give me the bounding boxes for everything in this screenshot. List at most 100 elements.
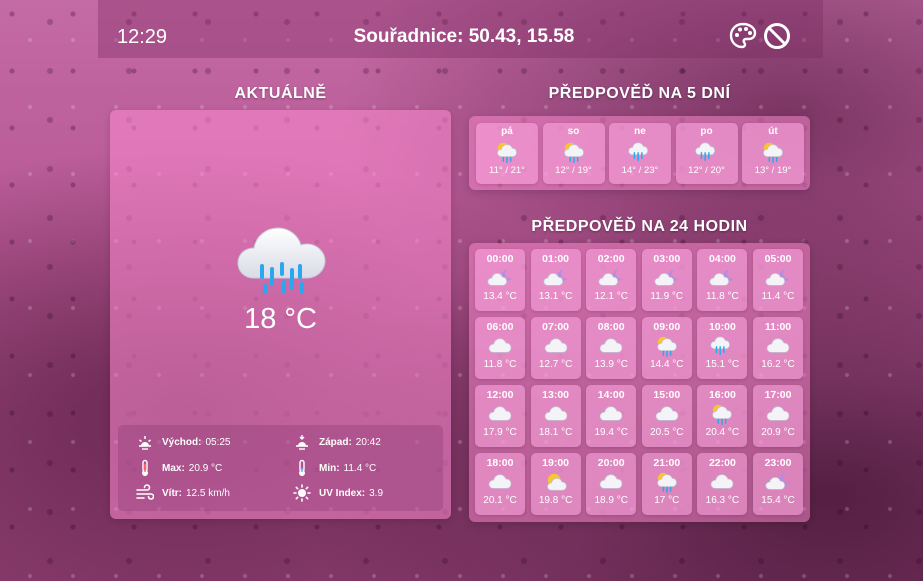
sunset-icon	[296, 435, 308, 450]
hour-card: 16:00 20.4 °C	[697, 385, 748, 447]
rain-cloud-icon	[694, 142, 715, 162]
forecast5-title: PŘEDPOVĚĎ NA 5 DNÍ	[548, 85, 731, 102]
sun-rain-icon	[712, 404, 733, 425]
hour-card: 08:00 13.9 °C	[586, 317, 637, 379]
coordinates-label: Souřadnice: 50.43, 15.58	[353, 26, 575, 47]
hour-temp: 20.5 °C	[650, 427, 684, 438]
wind-label: Vítr:	[162, 487, 182, 499]
sun-rain-icon	[497, 142, 517, 163]
day-range: 12° / 19°	[555, 165, 592, 176]
day-name: ne	[634, 126, 646, 137]
moon-cloud-icon	[487, 269, 512, 286]
hour-time: 20:00	[597, 457, 625, 469]
hour-time: 15:00	[653, 389, 681, 401]
hour-time: 09:00	[653, 321, 681, 333]
disable-icon[interactable]	[762, 21, 792, 51]
min-row: Min: 11.4 °C	[293, 459, 376, 477]
hour-time: 17:00	[764, 389, 792, 401]
cloud-icon	[599, 474, 623, 489]
moon-cloud-icon	[654, 269, 679, 286]
hour-temp: 20.9 °C	[761, 427, 795, 438]
hour-card: 23:00 15.4 °C	[753, 453, 803, 515]
hour-card: 19:00 19.8 °C	[530, 453, 581, 515]
hour-temp: 11.8 °C	[483, 359, 517, 370]
day-card: po 12° / 20°	[675, 123, 738, 184]
hour-card: 15:00 20.5 °C	[641, 385, 692, 447]
hour-card: 04:00 11.8 °C	[697, 249, 748, 311]
wind-icon	[136, 484, 154, 500]
min-label: Min:	[319, 462, 340, 474]
hour-temp: 13.1 °C	[538, 291, 573, 302]
hour-card: 22:00 16.3 °C	[697, 453, 748, 515]
hour-temp: 16.3 °C	[705, 495, 740, 506]
max-row: Max: 20.9 °C	[136, 459, 222, 477]
max-value: 20.9 °C	[188, 462, 223, 474]
hour-card: 10:00 15.1 °C	[697, 317, 748, 379]
hour-card: 03:00 11.9 °C	[641, 249, 692, 311]
cloud-icon	[544, 406, 567, 421]
hour-time: 12:00	[486, 389, 514, 401]
palette-icon[interactable]	[728, 21, 758, 51]
sunset-label: Západ:	[319, 436, 352, 448]
hour-temp: 19.4 °C	[594, 427, 628, 438]
hour-temp: 18.9 °C	[594, 495, 628, 506]
hour-temp: 14.4 °C	[650, 359, 684, 370]
day-name: pá	[501, 126, 513, 137]
hour-temp: 17 °C	[654, 495, 680, 506]
moon-cloud-icon	[765, 269, 790, 286]
hour-time: 10:00	[708, 321, 736, 333]
sunrise-label: Východ:	[162, 436, 202, 448]
sun-rain-icon	[563, 142, 584, 163]
thermometer-hot-icon	[142, 459, 148, 476]
hour-card: 00:00 13.4 °C	[475, 249, 525, 311]
rain-cloud-icon	[237, 227, 326, 294]
sunset-row: Západ: 20:42	[293, 433, 381, 451]
min-value: 11.4 °C	[343, 462, 377, 474]
hour-temp: 13.4 °C	[483, 291, 517, 302]
hour-time: 11:00	[764, 321, 792, 333]
hour-card: 11:00 16.2 °C	[753, 317, 803, 379]
sunrise-row: Východ: 05:25	[136, 433, 230, 451]
uv-value: 3.9	[369, 487, 384, 499]
hour-card: 18:00 20.1 °C	[475, 453, 525, 515]
current-title: AKTUÁLNĚ	[234, 85, 327, 102]
cloud-icon	[766, 338, 790, 353]
cloud-icon	[544, 338, 567, 353]
hour-card: 02:00 12.1 °C	[586, 249, 637, 311]
hour-time: 14:00	[597, 389, 625, 401]
hour-card: 01:00 13.1 °C	[530, 249, 581, 311]
current-temperature: 18 °C	[244, 303, 317, 335]
hour-time: 02:00	[597, 253, 625, 265]
hour-time: 05:00	[764, 253, 792, 265]
day-name: so	[567, 126, 580, 137]
day-card: so 12° / 19°	[542, 123, 605, 184]
hour-temp: 15.1 °C	[705, 359, 740, 370]
hour-card: 07:00 12.7 °C	[530, 317, 581, 379]
hour-time: 04:00	[708, 253, 736, 265]
wind-value: 12.5 km/h	[186, 487, 230, 499]
day-name: út	[768, 126, 778, 137]
hour-time: 19:00	[542, 457, 570, 469]
hour-temp: 11.4 °C	[761, 291, 795, 302]
cloud-icon	[711, 474, 734, 489]
rain-cloud-icon	[710, 336, 731, 355]
day-name: po	[700, 126, 713, 137]
hour-card: 09:00 14.4 °C	[641, 317, 692, 379]
hour-card: 05:00 11.4 °C	[753, 249, 803, 311]
cloud-icon	[488, 406, 512, 421]
sunrise-icon	[139, 436, 151, 450]
hour-time: 08:00	[597, 321, 625, 333]
thermometer-cold-icon	[299, 459, 305, 476]
hour-card: 12:00 17.9 °C	[475, 385, 525, 447]
hour-temp: 12.1 °C	[594, 291, 628, 302]
cloud-icon	[488, 338, 512, 353]
hour-time: 06:00	[486, 321, 514, 333]
hour-temp: 20.1 °C	[483, 495, 517, 506]
day-card: ne 14° / 23°	[609, 123, 671, 184]
forecast24-title: PŘEDPOVĚĎ NA 24 HODIN	[531, 218, 748, 235]
hour-temp: 11.9 °C	[650, 291, 684, 302]
hour-time: 21:00	[653, 457, 681, 469]
cloud-icon	[766, 406, 790, 421]
moon-cloud-icon	[709, 269, 735, 286]
hour-card: 06:00 11.8 °C	[475, 317, 525, 379]
